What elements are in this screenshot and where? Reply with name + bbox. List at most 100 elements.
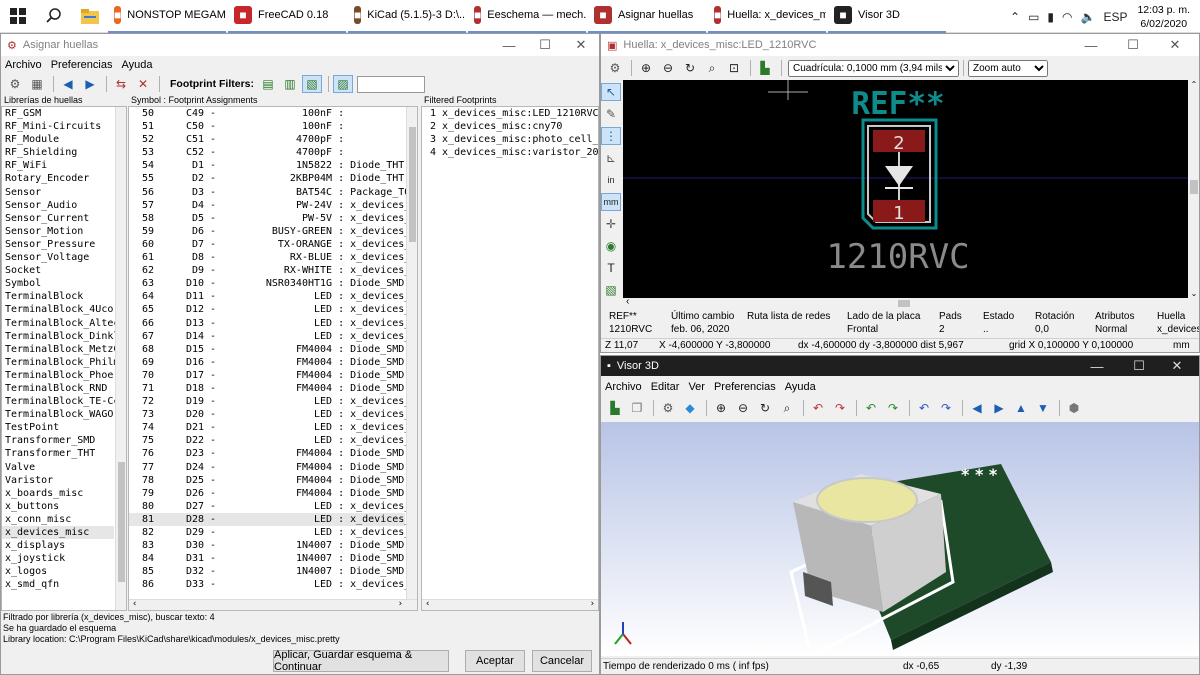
symbol-table-row[interactable]: 55D2 - 2KBP04M : Diode_THT:Diode — [129, 172, 417, 185]
language-icon[interactable]: ESP — [1103, 10, 1127, 24]
library-table-icon[interactable]: ▦ — [27, 75, 47, 93]
symbol-table-row[interactable]: 52 C51 - 4700pF : — [129, 133, 405, 146]
taskbar-item[interactable]: ■ Eeschema — mech... — [468, 0, 586, 33]
raytracing-icon[interactable]: ◆ — [680, 399, 700, 417]
rotate-y-cw-icon[interactable]: ↶ — [861, 399, 881, 417]
library-list-item[interactable]: Rotary_Encoder — [2, 172, 114, 185]
maximize-button[interactable]: ☐ — [527, 34, 563, 56]
symbol-table-row[interactable]: 75D22 - LED : x_devices_misc: — [129, 434, 417, 447]
library-list-item[interactable]: Symbol — [2, 277, 114, 290]
menu-preferencias[interactable]: Preferencias — [714, 381, 776, 393]
ok-button[interactable]: Aceptar — [465, 650, 525, 672]
menu-ayuda[interactable]: Ayuda — [121, 59, 152, 71]
symbol-table-row[interactable]: 77D24 - FM4004 : Diode_SMD:D_SMA — [129, 461, 417, 474]
pad-sketch-icon[interactable]: ◉ — [601, 237, 621, 255]
windows-start-icon[interactable] — [0, 0, 36, 33]
library-list-item[interactable]: x_joystick — [2, 552, 114, 565]
library-list-item[interactable]: TestPoint — [2, 421, 114, 434]
filtered-hscrollbar[interactable]: ‹ › — [422, 599, 598, 610]
scroll-right-icon[interactable]: › — [590, 599, 595, 609]
cancel-button[interactable]: Cancelar — [532, 650, 592, 672]
symbol-table-row[interactable]: 78D25 - FM4004 : Diode_SMD:D_SMA — [129, 474, 417, 487]
cursor-shape-icon[interactable]: ✛ — [601, 215, 621, 233]
text-sketch-icon[interactable]: T — [601, 259, 621, 277]
scroll-down-icon[interactable]: ⌄ — [1188, 289, 1199, 298]
move-left-icon[interactable]: ◀ — [967, 399, 987, 417]
apply-save-continue-button[interactable]: Aplicar, Guardar esquema & Continuar — [273, 649, 449, 673]
filter-text-icon[interactable]: ▨ — [333, 75, 353, 93]
clock[interactable]: 12:03 p. m. 6/02/2020 — [1131, 3, 1200, 31]
zoom-fit-icon[interactable]: ⌕ — [777, 399, 797, 417]
library-list-item[interactable]: TerminalBlock_WAGO — [2, 408, 114, 421]
arrow-left-icon[interactable]: ◀ — [58, 75, 78, 93]
library-list-item[interactable]: RF_GSM — [2, 107, 114, 120]
network-icon[interactable]: ▭ — [1028, 10, 1039, 24]
inch-units-icon[interactable]: in — [601, 171, 621, 189]
filtered-footprint-item[interactable]: 4 x_devices_misc:varistor_20m — [430, 146, 598, 159]
library-list-item[interactable]: Transformer_THT — [2, 447, 114, 460]
library-list-item[interactable]: x_conn_misc — [2, 513, 114, 526]
symbol-table-row[interactable]: 56D3 - BAT54C : Package_TO_SOT_ — [129, 186, 417, 199]
library-list-item[interactable]: Socket — [2, 264, 114, 277]
symbol-table-row[interactable]: 86D33 - LED : x_devices_misc: — [129, 578, 417, 591]
library-list-item[interactable]: RF_Shielding — [2, 146, 114, 159]
symbol-table-row[interactable]: 76D23 - FM4004 : Diode_SMD:D_SMA — [129, 447, 417, 460]
refresh-icon[interactable]: ↻ — [680, 59, 700, 77]
close-button[interactable]: ✕ — [563, 34, 599, 56]
symbol-table-row[interactable]: 65D12 - LED : x_devices_misc: — [129, 303, 417, 316]
taskbar-item[interactable]: ■ Visor 3D — [828, 0, 946, 33]
export-image-icon[interactable]: ▙ — [605, 399, 625, 417]
library-list-item[interactable]: Sensor_Motion — [2, 225, 114, 238]
scroll-up-icon[interactable]: ⌃ — [1188, 80, 1199, 89]
library-list-item[interactable]: TerminalBlock_RND — [2, 382, 114, 395]
scrollbar-thumb[interactable] — [118, 462, 125, 582]
library-list-item[interactable]: TerminalBlock_Altec — [2, 317, 119, 330]
library-list-item[interactable]: Sensor_Voltage — [2, 251, 114, 264]
library-list-item[interactable]: TerminalBlock_Dinkl — [2, 330, 119, 343]
scroll-left-icon[interactable]: ‹ — [132, 599, 137, 609]
battery-icon[interactable]: ▮ — [1047, 10, 1054, 24]
symbol-table-row[interactable]: 64D11 - LED : x_devices_misc: — [129, 290, 417, 303]
library-list-item[interactable]: x_buttons — [2, 500, 114, 513]
symbol-table-row[interactable]: 59D6 - BUSY-GREEN : x_devices_misc: — [129, 225, 417, 238]
symbol-table-row[interactable]: 53 C52 - 4700pF : — [129, 146, 405, 159]
symbols-scrollbar[interactable] — [406, 107, 417, 601]
move-up-icon[interactable]: ▲ — [1011, 399, 1031, 417]
library-list-item[interactable]: RF_Module — [2, 133, 114, 146]
symbol-table-row[interactable]: 57D4 - PW-24V : x_devices_misc: — [129, 199, 417, 212]
filtered-footprints-list[interactable]: 1 x_devices_misc:LED_1210RVC 2 x_devices_… — [421, 106, 599, 611]
symbol-table-row[interactable]: 61D8 - RX-BLUE : x_devices_misc: — [129, 251, 417, 264]
symbol-table-row[interactable]: 67D14 - LED : x_devices_misc: — [129, 330, 417, 343]
refresh-icon[interactable]: ↻ — [755, 399, 775, 417]
filter-library-icon[interactable]: ▧ — [302, 75, 322, 93]
library-list-item[interactable]: Sensor_Audio — [2, 199, 114, 212]
symbol-table-row[interactable]: 58D5 - PW-5V : x_devices_misc: — [129, 212, 417, 225]
symbol-table-row[interactable]: 50 C49 - 100nF : — [129, 107, 405, 120]
library-list-item[interactable]: TerminalBlock_Philm — [2, 356, 119, 369]
library-list-item[interactable]: Sensor — [2, 186, 114, 199]
filtered-footprint-item[interactable]: 3 x_devices_misc:photo_cell_v — [430, 133, 598, 146]
library-list-item[interactable]: TerminalBlock — [2, 290, 114, 303]
symbol-table-row[interactable]: 66D13 - LED : x_devices_misc: — [129, 317, 417, 330]
libraries-scrollbar[interactable] — [115, 107, 126, 610]
zoom-out-icon[interactable]: ⊖ — [733, 399, 753, 417]
library-list-item[interactable]: TerminalBlock_MetzC — [2, 343, 119, 356]
menu-archivo[interactable]: Archivo — [5, 59, 42, 71]
symbol-table-row[interactable]: 62D9 - RX-WHITE : x_devices_misc: — [129, 264, 417, 277]
symbol-table-row[interactable]: 72D19 - LED : x_devices_misc: — [129, 395, 417, 408]
rotate-z-cw-icon[interactable]: ↶ — [914, 399, 934, 417]
symbol-table-row[interactable]: 69D16 - FM4004 : Diode_SMD:D_SMA — [129, 356, 417, 369]
library-list-item[interactable]: TerminalBlock_4Ucor — [2, 303, 119, 316]
zoom-in-icon[interactable]: ⊕ — [711, 399, 731, 417]
rotate-z-ccw-icon[interactable]: ↷ — [936, 399, 956, 417]
zoom-select[interactable]: Zoom auto — [968, 59, 1048, 77]
taskbar-item[interactable]: ■ FreeCAD 0.18 — [228, 0, 346, 33]
scrollbar-thumb[interactable] — [1190, 180, 1198, 194]
library-list-item[interactable]: x_logos — [2, 565, 114, 578]
symbol-table-row[interactable]: 80D27 - LED : x_devices_misc: — [129, 500, 417, 513]
arrow-right-icon[interactable]: ▶ — [80, 75, 100, 93]
chevron-up-icon[interactable]: ⌃ — [1010, 10, 1020, 24]
edge-sketch-icon[interactable]: ▧ — [601, 281, 621, 299]
minimize-button[interactable]: — — [1073, 34, 1109, 56]
symbol-table-row[interactable]: 54D1 - 1N5822 : Diode_THT:D_DO- — [129, 159, 417, 172]
